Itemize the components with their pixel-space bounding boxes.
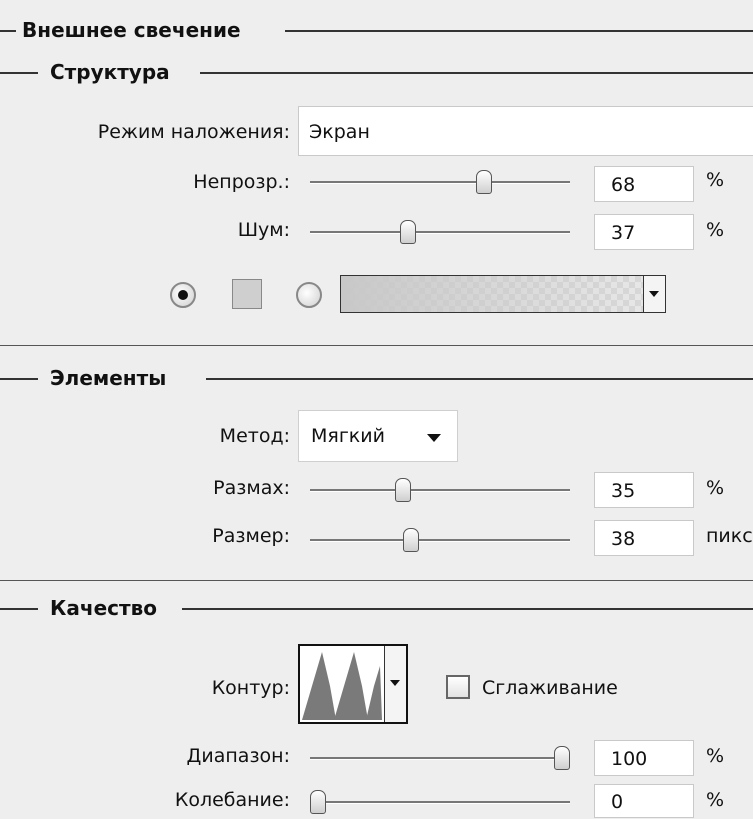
- slider-track: [310, 757, 570, 760]
- spread-unit: %: [706, 477, 725, 499]
- contour-preview-icon: [302, 652, 382, 720]
- gradient-picker[interactable]: [340, 275, 666, 313]
- slider-thumb[interactable]: [310, 790, 326, 814]
- contour-label: Контур:: [211, 677, 290, 699]
- noise-input[interactable]: 37: [594, 214, 694, 250]
- slider-thumb[interactable]: [395, 478, 411, 502]
- spread-slider[interactable]: [310, 476, 570, 506]
- noise-label: Шум:: [237, 219, 290, 241]
- contour-dropdown-button[interactable]: [384, 646, 406, 722]
- quality-title: Качество: [44, 596, 163, 620]
- slider-track: [310, 539, 570, 542]
- slider-track: [310, 801, 570, 804]
- blend-mode-select[interactable]: Экран: [298, 106, 753, 156]
- slider-thumb[interactable]: [400, 220, 416, 244]
- elements-title: Элементы: [44, 366, 173, 390]
- solid-color-radio[interactable]: [170, 282, 196, 308]
- chevron-down-icon: [390, 680, 400, 686]
- jitter-slider[interactable]: [310, 788, 570, 818]
- range-unit: %: [706, 745, 725, 767]
- method-label: Метод:: [219, 425, 290, 447]
- elements-line: [206, 378, 753, 380]
- divider: [0, 580, 753, 581]
- method-value: Мягкий: [311, 425, 385, 447]
- noise-slider[interactable]: [310, 218, 570, 248]
- antialias-checkbox[interactable]: [446, 675, 470, 699]
- range-label: Диапазон:: [186, 745, 290, 767]
- structure-line-left: [0, 72, 38, 74]
- blend-mode-label: Режим наложения:: [97, 121, 290, 143]
- spread-input[interactable]: 35: [594, 472, 694, 508]
- slider-track: [310, 231, 570, 234]
- gradient-radio[interactable]: [296, 282, 322, 308]
- header-line: [285, 30, 753, 32]
- jitter-input[interactable]: 0: [594, 784, 694, 818]
- slider-track: [310, 181, 570, 184]
- slider-track: [310, 489, 570, 492]
- panel-title: Внешнее свечение: [16, 18, 247, 42]
- size-label: Размер:: [212, 525, 290, 547]
- chevron-down-icon: [427, 434, 441, 442]
- opacity-input[interactable]: 68: [594, 166, 694, 202]
- antialias-label: Сглаживание: [482, 677, 618, 699]
- radio-selected-dot: [178, 290, 188, 300]
- jitter-label: Колебание:: [174, 789, 290, 811]
- noise-unit: %: [706, 219, 725, 241]
- divider: [0, 345, 753, 346]
- glow-color-swatch[interactable]: [232, 279, 262, 309]
- structure-line: [200, 72, 753, 74]
- slider-thumb[interactable]: [476, 170, 492, 194]
- size-unit: пикс: [706, 525, 753, 547]
- slider-thumb[interactable]: [403, 528, 419, 552]
- structure-title: Структура: [44, 60, 176, 84]
- header-line-left: [0, 30, 16, 32]
- method-select[interactable]: Мягкий: [298, 410, 458, 462]
- range-input[interactable]: 100: [594, 740, 694, 776]
- opacity-label: Непрозр.:: [193, 171, 290, 193]
- chevron-down-icon: [649, 291, 659, 297]
- spread-label: Размах:: [213, 477, 290, 499]
- size-input[interactable]: 38: [594, 520, 694, 556]
- size-slider[interactable]: [310, 526, 570, 556]
- contour-picker[interactable]: [298, 644, 408, 724]
- jitter-unit: %: [706, 789, 725, 811]
- elements-line-left: [0, 378, 38, 380]
- quality-line: [182, 608, 753, 610]
- opacity-unit: %: [706, 169, 725, 191]
- range-slider[interactable]: [310, 744, 570, 774]
- gradient-dropdown-button[interactable]: [643, 276, 665, 312]
- quality-line-left: [0, 608, 38, 610]
- slider-thumb[interactable]: [554, 746, 570, 770]
- opacity-slider[interactable]: [310, 168, 570, 198]
